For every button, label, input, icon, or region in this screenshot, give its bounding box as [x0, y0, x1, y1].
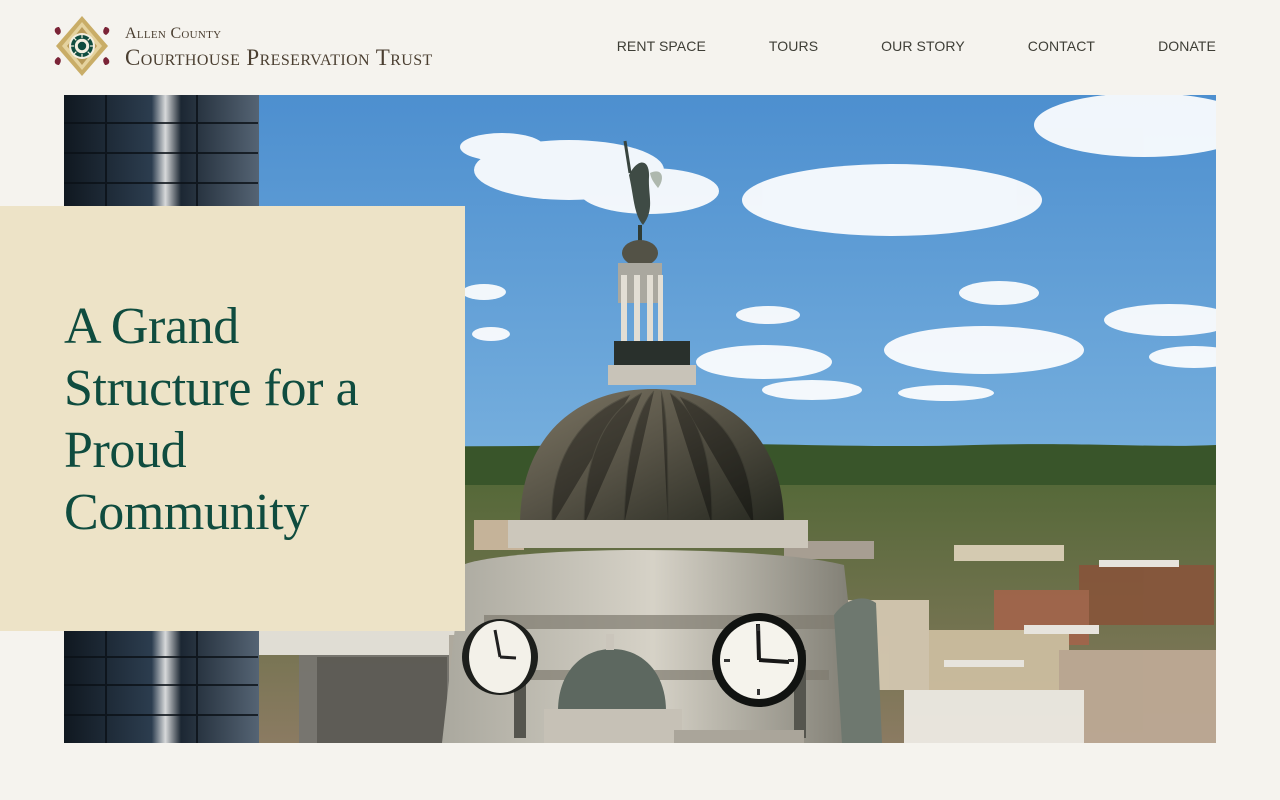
nav-rent-space[interactable]: Rent Space [617, 38, 706, 54]
nav-donate[interactable]: Donate [1158, 38, 1216, 54]
hero-headline: A Grand Structure for a Proud Community [64, 298, 359, 541]
brand-logo-link[interactable]: Allen County Courthouse Preservation Tru… [50, 14, 433, 78]
nav-our-story[interactable]: Our Story [881, 38, 965, 54]
nav-contact[interactable]: Contact [1028, 38, 1095, 54]
brand-name: Allen County Courthouse Preservation Tru… [125, 24, 433, 69]
headline-panel: A Grand Structure for a Proud Community [0, 206, 465, 631]
compass-star-logo-icon [54, 16, 110, 76]
main-navigation: Rent Space Tours Our Story Contact Donat… [617, 38, 1216, 54]
nav-tours[interactable]: Tours [769, 38, 818, 54]
brand-name-bottom: Courthouse Preservation Trust [125, 44, 433, 70]
brand-name-top: Allen County [125, 24, 222, 42]
site-header: Allen County Courthouse Preservation Tru… [0, 0, 1280, 95]
